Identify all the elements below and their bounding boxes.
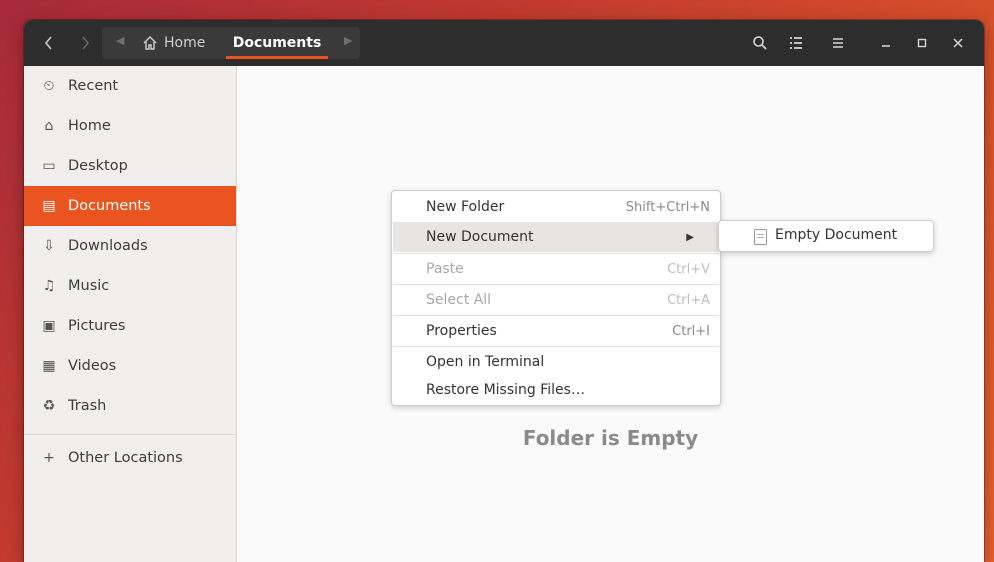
menu-item-label: Properties: [426, 323, 497, 339]
menu-button[interactable]: [824, 20, 852, 66]
forward-button[interactable]: [70, 20, 100, 66]
hamburger-menu-icon: [833, 38, 843, 48]
chevron-left-icon: [44, 36, 52, 50]
chevron-right-icon: [82, 36, 90, 50]
sidebar-item-label: Downloads: [68, 238, 148, 254]
files-window: ◀ Home Documents ▶ ⏲ Recent ⌂ Home ▭ Des…: [24, 20, 984, 562]
downloads-icon: ⇩: [43, 238, 55, 254]
home-icon: ⌂: [44, 118, 54, 134]
menu-item-accel: Ctrl+V: [667, 261, 710, 277]
headerbar: ◀ Home Documents ▶: [24, 20, 984, 66]
sidebar-item-other-locations[interactable]: + Other Locations: [24, 438, 236, 478]
sidebar-item-documents[interactable]: ▤ Documents: [24, 186, 236, 226]
path-home-button[interactable]: Home: [142, 27, 205, 59]
submenu-item-empty-document[interactable]: Empty Document: [719, 221, 933, 251]
back-button[interactable]: [34, 20, 64, 66]
sidebar-item-label: Other Locations: [68, 450, 183, 466]
pictures-icon: ▣: [42, 318, 56, 334]
menu-item-select-all[interactable]: Select All Ctrl+A: [393, 285, 719, 315]
path-bar: ◀ Home Documents ▶: [102, 27, 360, 59]
close-button[interactable]: [946, 20, 970, 66]
menu-item-label: Restore Missing Files…: [426, 382, 585, 398]
videos-icon: ▦: [42, 358, 56, 374]
empty-folder-message: Folder is Empty: [522, 426, 699, 450]
sidebar: ⏲ Recent ⌂ Home ▭ Desktop ▤ Documents ⇩ …: [24, 66, 237, 562]
path-left-arrow-icon[interactable]: ◀: [116, 34, 124, 47]
sidebar-separator: [24, 434, 236, 435]
desktop-icon: ▭: [42, 158, 56, 174]
path-home-label: Home: [164, 35, 206, 51]
menu-item-new-folder[interactable]: New Folder Shift+Ctrl+N: [393, 192, 719, 222]
context-menu: New Folder Shift+Ctrl+N New Document ▶ P…: [391, 190, 721, 406]
sidebar-item-music[interactable]: ♫ Music: [24, 266, 236, 306]
sidebar-item-label: Trash: [68, 398, 107, 414]
search-button[interactable]: [746, 20, 774, 66]
sidebar-item-trash[interactable]: ♻ Trash: [24, 386, 236, 426]
menu-item-properties[interactable]: Properties Ctrl+I: [393, 316, 719, 346]
recent-icon: ⏲: [43, 78, 55, 94]
sidebar-item-label: Videos: [68, 358, 117, 374]
sidebar-item-label: Desktop: [68, 158, 128, 174]
path-current-label: Documents: [232, 35, 322, 51]
menu-item-label: Select All: [426, 292, 491, 308]
sidebar-item-label: Recent: [68, 78, 119, 94]
documents-icon: ▤: [42, 198, 56, 214]
sidebar-item-videos[interactable]: ▦ Videos: [24, 346, 236, 386]
menu-item-label: New Folder: [426, 199, 505, 215]
minimize-button[interactable]: [874, 20, 898, 66]
menu-item-label: Open in Terminal: [426, 354, 545, 370]
plus-icon: +: [43, 450, 55, 466]
maximize-button[interactable]: [910, 20, 934, 66]
maximize-icon: [917, 38, 927, 48]
document-icon: [754, 229, 767, 245]
sidebar-item-desktop[interactable]: ▭ Desktop: [24, 146, 236, 186]
sidebar-item-label: Music: [68, 278, 110, 294]
list-view-icon: [790, 37, 802, 49]
trash-icon: ♻: [42, 398, 56, 414]
sidebar-item-downloads[interactable]: ⇩ Downloads: [24, 226, 236, 266]
sidebar-item-home[interactable]: ⌂ Home: [24, 106, 236, 146]
menu-item-paste[interactable]: Paste Ctrl+V: [393, 254, 719, 284]
search-icon: [753, 36, 767, 50]
sidebar-item-recent[interactable]: ⏲ Recent: [24, 66, 236, 106]
submenu-item-label: Empty Document: [775, 227, 898, 243]
new-document-submenu: Empty Document: [718, 220, 934, 252]
music-icon: ♫: [42, 278, 56, 294]
menu-item-restore-missing-files[interactable]: Restore Missing Files…: [393, 375, 719, 405]
submenu-arrow-icon: ▶: [686, 231, 694, 243]
menu-item-label: New Document: [426, 229, 534, 245]
menu-item-accel: Ctrl+A: [667, 292, 710, 308]
menu-item-open-in-terminal[interactable]: Open in Terminal: [393, 347, 719, 377]
menu-item-accel: Ctrl+I: [672, 323, 710, 339]
home-icon: [143, 36, 157, 50]
menu-item-accel: Shift+Ctrl+N: [625, 199, 710, 215]
sidebar-item-label: Pictures: [68, 318, 126, 334]
sidebar-item-label: Documents: [68, 198, 151, 214]
sidebar-item-label: Home: [68, 118, 111, 134]
view-toggle-button[interactable]: [782, 20, 810, 66]
menu-item-new-document[interactable]: New Document ▶: [393, 222, 719, 252]
path-documents-button[interactable]: Documents: [226, 27, 328, 59]
sidebar-item-pictures[interactable]: ▣ Pictures: [24, 306, 236, 346]
menu-item-label: Paste: [426, 261, 464, 277]
path-right-arrow-icon[interactable]: ▶: [344, 34, 352, 47]
close-icon: [953, 38, 963, 48]
minimize-icon: [882, 45, 890, 47]
